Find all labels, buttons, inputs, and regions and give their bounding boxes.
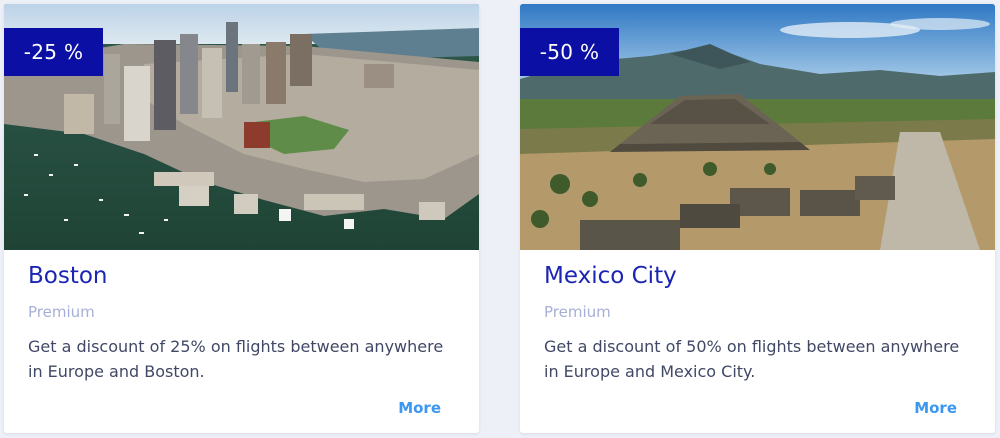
- card-description: Get a discount of 25% on flights between…: [28, 337, 444, 381]
- deal-card-boston[interactable]: -25 % Boston Premium Get a discount of 2…: [4, 4, 479, 433]
- card-description: Get a discount of 50% on flights between…: [544, 337, 960, 381]
- deal-card-mexico-city[interactable]: -50 % Mexico City Premium Get a discount…: [520, 4, 995, 433]
- card-tier-label: Premium: [28, 303, 95, 321]
- card-title[interactable]: Boston: [28, 263, 108, 289]
- card-tier-label: Premium: [544, 303, 611, 321]
- more-link[interactable]: More: [914, 399, 957, 417]
- more-link[interactable]: More: [398, 399, 441, 417]
- discount-badge: -50 %: [520, 28, 619, 76]
- discount-badge: -25 %: [4, 28, 103, 76]
- card-title[interactable]: Mexico City: [544, 263, 677, 289]
